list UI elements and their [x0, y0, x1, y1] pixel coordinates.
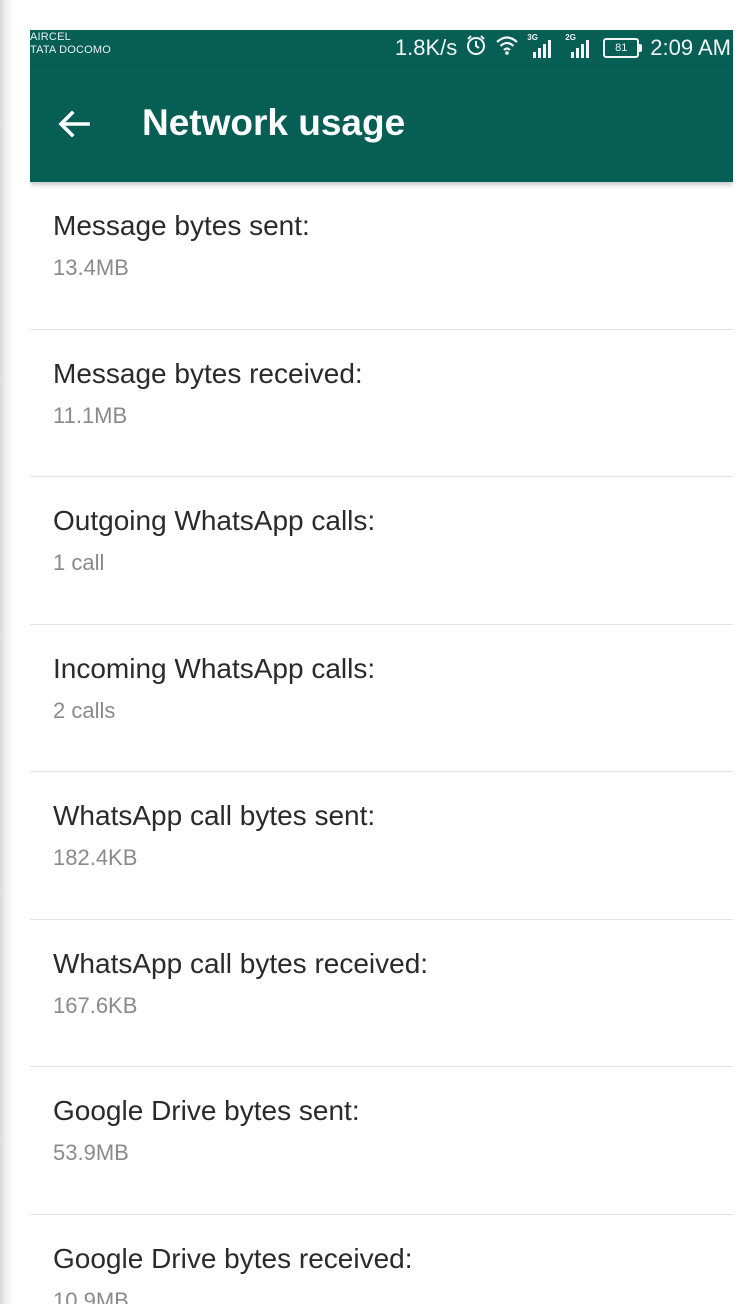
item-value: 53.9MB — [53, 1140, 129, 1165]
item-label: Google Drive bytes received: — [53, 1242, 413, 1274]
list-item[interactable]: WhatsApp call bytes sent: 182.4KB — [30, 772, 733, 920]
list-item[interactable]: WhatsApp call bytes received: 167.6KB — [30, 920, 733, 1067]
battery-icon: 81 — [603, 38, 643, 58]
arrow-left-icon — [58, 110, 90, 138]
item-value: 2 calls — [53, 697, 116, 723]
status-bar: AIRCEL TATA DOCOMO 1.8K/s 3G 2G 81 2:09 … — [30, 30, 733, 66]
list-item[interactable]: Message bytes sent: 13.4MB — [30, 182, 733, 330]
page-title: Network usage — [142, 102, 406, 143]
item-value: 11.1MB — [53, 402, 128, 428]
item-value: 167.6KB — [53, 992, 138, 1018]
back-button[interactable] — [54, 104, 94, 144]
item-label: Message bytes sent: — [53, 210, 310, 241]
list-item[interactable]: Outgoing WhatsApp calls: 1 call — [30, 477, 733, 625]
item-value: 13.4MB — [53, 255, 129, 280]
carrier-2: TATA DOCOMO — [30, 44, 112, 56]
signal-icon-sim2: 2G — [565, 33, 595, 59]
item-label: WhatsApp call bytes received: — [53, 947, 429, 979]
item-value: 182.4KB — [53, 845, 138, 870]
app-toolbar: Network usage — [30, 66, 733, 182]
status-indicators: 1.8K/s 3G 2G 81 2:09 AM — [394, 33, 731, 62]
network-usage-list: Message bytes sent: 13.4MB Message bytes… — [30, 182, 733, 1304]
item-label: Message bytes received: — [53, 357, 363, 389]
list-item[interactable]: Google Drive bytes received: 10.9MB — [30, 1215, 733, 1304]
alarm-icon — [465, 34, 487, 62]
list-item[interactable]: Incoming WhatsApp calls: 2 calls — [30, 625, 733, 772]
item-label: Outgoing WhatsApp calls: — [53, 505, 376, 536]
screenshot-frame: AIRCEL TATA DOCOMO 1.8K/s 3G 2G 81 2:09 … — [0, 0, 739, 1304]
frame-edge — [0, 0, 14, 1304]
signal-icon-sim1: 3G — [527, 33, 557, 59]
carrier-1: AIRCEL — [30, 31, 71, 43]
item-label: WhatsApp call bytes sent: — [53, 800, 376, 831]
wifi-icon — [495, 34, 519, 62]
item-value: 10.9MB — [53, 1287, 129, 1304]
item-label: Incoming WhatsApp calls: — [53, 652, 376, 684]
network-speed: 1.8K/s — [394, 35, 458, 60]
battery-level: 81 — [603, 38, 640, 58]
list-item[interactable]: Google Drive bytes sent: 53.9MB — [30, 1067, 733, 1215]
carrier-names: AIRCEL TATA DOCOMO — [30, 31, 111, 57]
item-label: Google Drive bytes sent: — [53, 1095, 360, 1126]
list-item[interactable]: Message bytes received: 11.1MB — [30, 330, 733, 477]
phone-screen: AIRCEL TATA DOCOMO 1.8K/s 3G 2G 81 2:09 … — [30, 30, 733, 1304]
clock: 2:09 AM — [650, 35, 731, 60]
item-value: 1 call — [53, 550, 105, 575]
